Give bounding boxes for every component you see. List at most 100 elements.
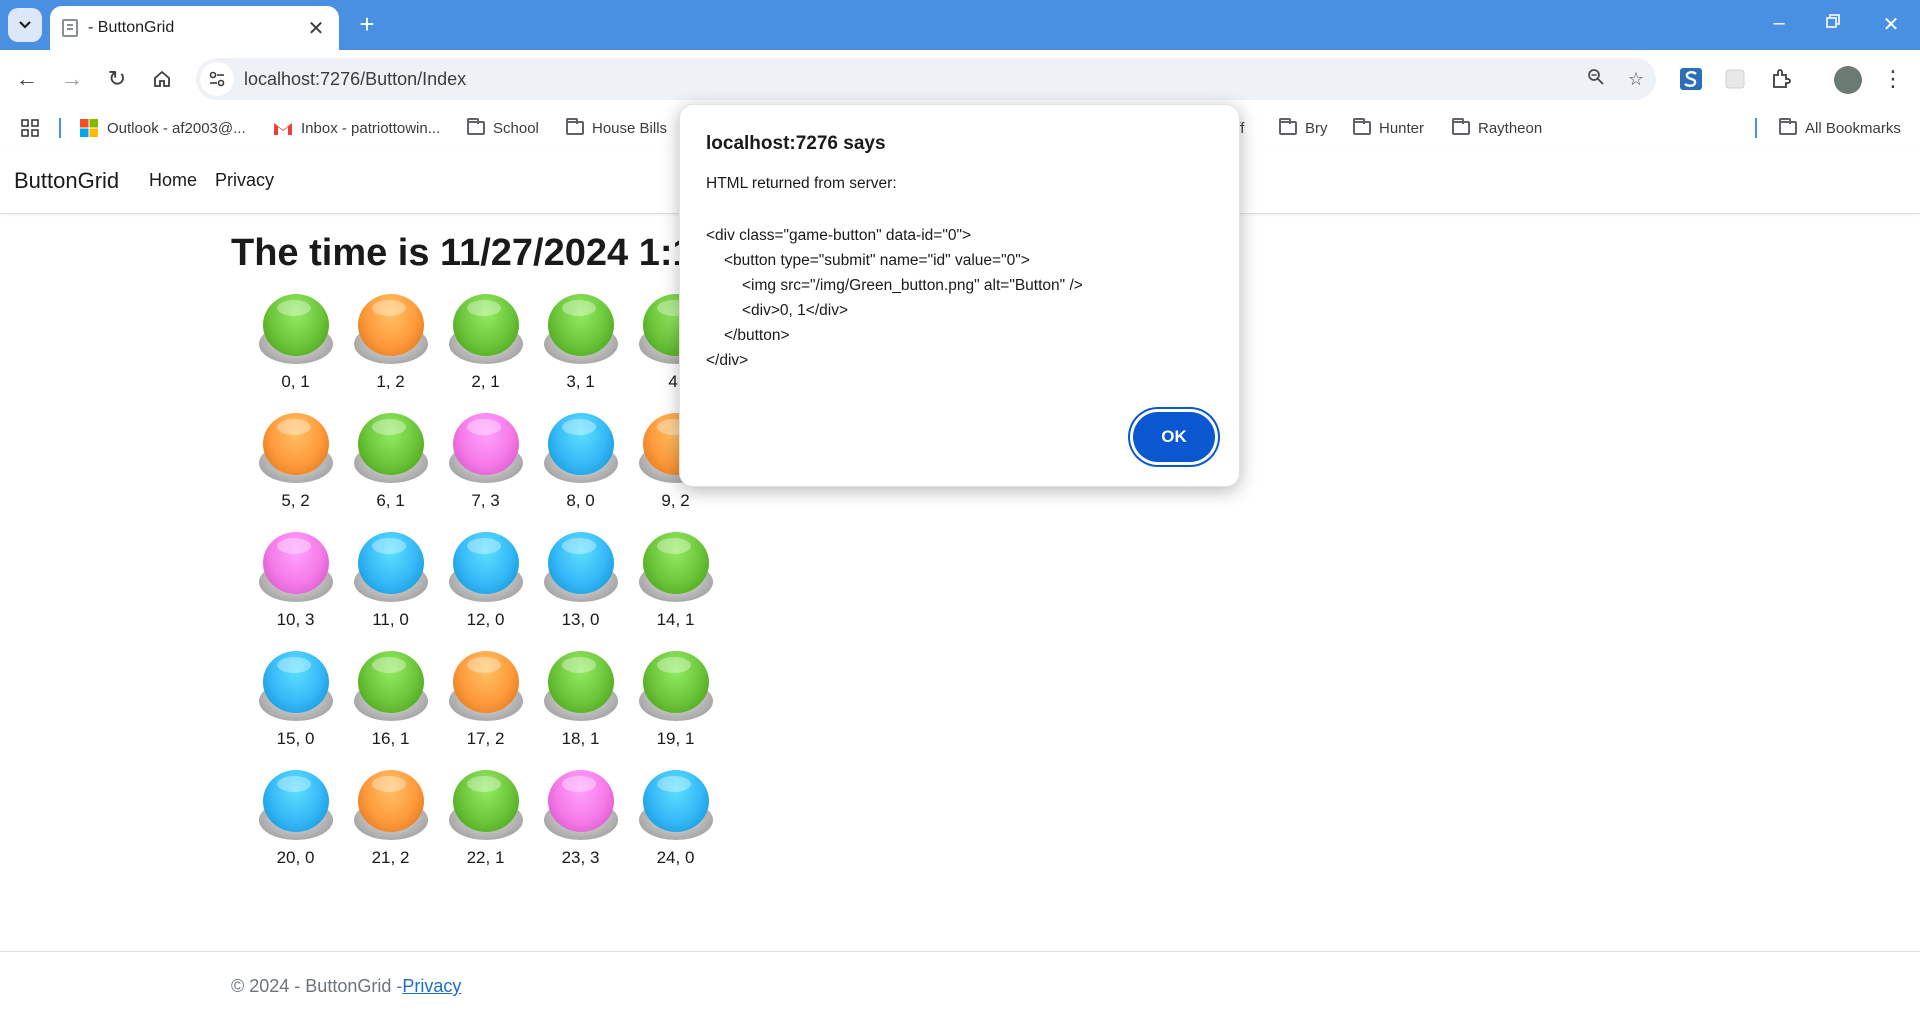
more-menu-icon[interactable]: ⋮ xyxy=(1880,66,1906,92)
green-button-icon[interactable] xyxy=(257,290,335,368)
game-button[interactable]: 10, 3 xyxy=(248,528,343,647)
footer-text: © 2024 - ButtonGrid -Privacy xyxy=(231,976,461,997)
orange-button-icon[interactable] xyxy=(447,647,525,725)
window-close-icon[interactable]: ✕ xyxy=(1876,12,1906,37)
microsoft-logo-icon xyxy=(80,119,98,137)
game-button[interactable]: 19, 1 xyxy=(628,647,723,766)
minimize-icon[interactable]: – xyxy=(1764,12,1794,35)
game-button[interactable]: 24, 0 xyxy=(628,766,723,885)
folder-icon xyxy=(467,118,485,135)
blue-button-icon[interactable] xyxy=(257,766,335,844)
button-label: 8, 0 xyxy=(566,491,595,510)
tab-search-button[interactable] xyxy=(8,8,42,42)
blue-button-icon[interactable] xyxy=(447,528,525,606)
green-button-icon[interactable] xyxy=(637,528,715,606)
nav-home-link[interactable]: Home xyxy=(149,170,197,191)
bookmark-folder-house-bills[interactable]: House Bills xyxy=(566,116,667,140)
game-button[interactable]: 12, 0 xyxy=(438,528,533,647)
game-button[interactable]: 16, 1 xyxy=(343,647,438,766)
address-bar[interactable]: localhost:7276/Button/Index ☆ xyxy=(196,58,1656,100)
restore-icon[interactable] xyxy=(1818,12,1848,35)
game-button[interactable]: 18, 1 xyxy=(533,647,628,766)
game-button[interactable]: 14, 1 xyxy=(628,528,723,647)
orange-button-icon[interactable] xyxy=(352,290,430,368)
chevron-down-icon xyxy=(19,21,31,29)
button-label: 23, 3 xyxy=(561,848,600,867)
game-button[interactable]: 20, 0 xyxy=(248,766,343,885)
zoom-icon[interactable] xyxy=(1576,68,1616,91)
green-button-icon[interactable] xyxy=(542,647,620,725)
bookmark-outlook[interactable]: Outlook - af2003@... xyxy=(79,116,246,140)
blue-button-icon[interactable] xyxy=(542,528,620,606)
dialog-code-line: </div> xyxy=(706,352,749,369)
pink-button-icon[interactable] xyxy=(257,528,335,606)
dialog-html-content: <div class="game-button" data-id="0"> <b… xyxy=(706,223,1083,373)
folder-icon xyxy=(1452,118,1470,135)
game-button[interactable]: 2, 1 xyxy=(438,290,533,409)
nav-privacy-link[interactable]: Privacy xyxy=(215,170,274,191)
bookmark-folder-hunter[interactable]: Hunter xyxy=(1353,116,1424,140)
ok-button[interactable]: OK xyxy=(1133,412,1215,462)
dialog-code-line: </button> xyxy=(724,327,790,344)
pink-button-icon[interactable] xyxy=(447,409,525,487)
game-button[interactable]: 13, 0 xyxy=(533,528,628,647)
game-button[interactable]: 8, 0 xyxy=(533,409,628,528)
extension-puzzle-faded-icon[interactable] xyxy=(1722,66,1748,92)
dialog-message: HTML returned from server: xyxy=(706,175,897,192)
game-button[interactable]: 7, 3 xyxy=(438,409,533,528)
game-button[interactable]: 15, 0 xyxy=(248,647,343,766)
profile-avatar[interactable] xyxy=(1834,66,1862,94)
game-button[interactable]: 11, 0 xyxy=(343,528,438,647)
forward-arrow-icon[interactable]: → xyxy=(57,64,87,94)
copyright-text: © 2024 - ButtonGrid - xyxy=(231,976,403,996)
extension-s-icon[interactable] xyxy=(1678,66,1704,92)
game-button[interactable]: 3, 1 xyxy=(533,290,628,409)
bookmark-gmail[interactable]: Inbox - patriottowin... xyxy=(273,116,440,140)
game-button[interactable]: 22, 1 xyxy=(438,766,533,885)
url-text[interactable]: localhost:7276/Button/Index xyxy=(244,69,1576,90)
back-arrow-icon[interactable]: ← xyxy=(12,64,42,94)
home-icon[interactable] xyxy=(147,64,177,94)
bookmark-star-icon[interactable]: ☆ xyxy=(1616,69,1656,90)
button-label: 24, 0 xyxy=(656,848,695,867)
orange-button-icon[interactable] xyxy=(257,409,335,487)
game-button[interactable]: 21, 2 xyxy=(343,766,438,885)
blue-button-icon[interactable] xyxy=(352,528,430,606)
bookmark-folder-all-bookmarks[interactable]: All Bookmarks xyxy=(1779,116,1901,140)
blue-button-icon[interactable] xyxy=(637,766,715,844)
game-button[interactable]: 23, 3 xyxy=(533,766,628,885)
green-button-icon[interactable] xyxy=(352,647,430,725)
blue-button-icon[interactable] xyxy=(542,409,620,487)
tab-close-icon[interactable]: ✕ xyxy=(305,16,327,41)
button-label: 11, 0 xyxy=(372,610,409,629)
bookmark-folder-raytheon[interactable]: Raytheon xyxy=(1452,116,1542,140)
bookmark-separator xyxy=(1755,118,1757,138)
button-label: 15, 0 xyxy=(276,729,315,748)
button-label: 22, 1 xyxy=(466,848,505,867)
green-button-icon[interactable] xyxy=(447,290,525,368)
game-button[interactable]: 1, 2 xyxy=(343,290,438,409)
bookmark-folder-bry[interactable]: Bry xyxy=(1279,116,1328,140)
game-button[interactable]: 6, 1 xyxy=(343,409,438,528)
game-button[interactable]: 5, 2 xyxy=(248,409,343,528)
green-button-icon[interactable] xyxy=(542,290,620,368)
dialog-code-line: <div class="game-button" data-id="0"> xyxy=(706,227,971,244)
green-button-icon[interactable] xyxy=(352,409,430,487)
footer-privacy-link[interactable]: Privacy xyxy=(402,976,461,996)
game-button[interactable]: 0, 1 xyxy=(248,290,343,409)
browser-tab-active[interactable]: - ButtonGrid ✕ xyxy=(50,6,339,50)
bookmark-folder-school[interactable]: School xyxy=(467,116,539,140)
green-button-icon[interactable] xyxy=(447,766,525,844)
brand-link[interactable]: ButtonGrid xyxy=(14,168,119,194)
green-button-icon[interactable] xyxy=(637,647,715,725)
button-label: 10, 3 xyxy=(276,610,315,629)
reload-icon[interactable]: ↻ xyxy=(102,64,132,94)
blue-button-icon[interactable] xyxy=(257,647,335,725)
site-info-icon[interactable] xyxy=(200,62,234,96)
pink-button-icon[interactable] xyxy=(542,766,620,844)
apps-grid-icon[interactable] xyxy=(20,116,40,140)
new-tab-button[interactable]: + xyxy=(352,10,382,40)
orange-button-icon[interactable] xyxy=(352,766,430,844)
extensions-puzzle-icon[interactable] xyxy=(1768,66,1794,92)
game-button[interactable]: 17, 2 xyxy=(438,647,533,766)
